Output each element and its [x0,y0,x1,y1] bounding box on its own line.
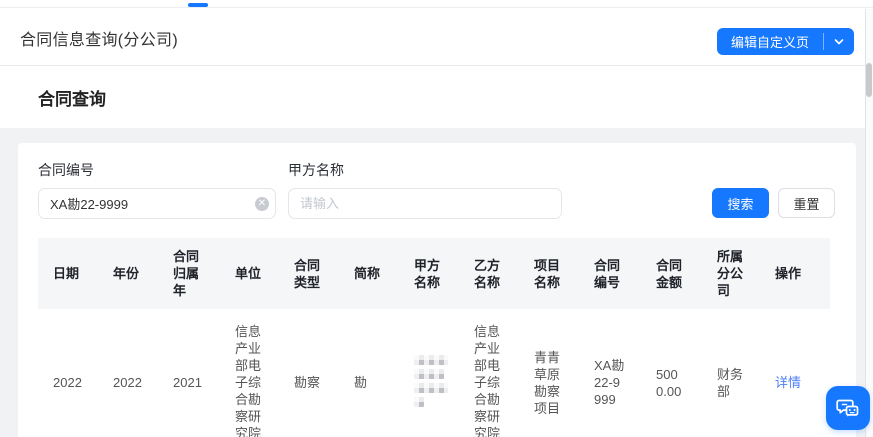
cell-date: 2022 [38,309,98,437]
edit-custom-page-button[interactable]: 编辑自定义页 [717,28,823,55]
column-header-action: 操作 [760,238,830,309]
cell-party-a-redacted [399,309,459,437]
cell-unit: 信息产业部电子综合勘察研究院 [220,309,279,437]
column-header-contract-type: 合同类型 [279,238,339,309]
active-tab-indicator[interactable] [188,3,208,7]
column-header-unit: 单位 [220,238,279,309]
tab-strip [0,0,873,8]
table-header-row: 日期 年份 合同归属年 单位 合同类型 简称 甲方名称 乙方名称 项目名称 合同… [38,238,830,309]
section-title: 合同查询 [38,67,106,128]
column-header-year: 年份 [98,238,158,309]
vertical-scrollbar[interactable] [865,9,873,437]
cell-party-b: 信息产业部电子综合勘察研究院 [459,309,519,437]
column-header-party-b: 乙方名称 [459,238,519,309]
cell-year: 2022 [98,309,158,437]
query-card: 合同编号 ✕ 甲方名称 搜索 重置 日期 年份 合同归属年 单位 合同类型 简称 [18,143,856,437]
page-header: 合同信息查询(分公司) 编辑自定义页 [0,9,865,66]
contract-no-input[interactable] [38,188,276,219]
cell-belong-year: 2021 [158,309,220,437]
column-header-short-name: 简称 [339,238,399,309]
detail-link[interactable]: 详情 [775,375,801,390]
redacted-mosaic [414,355,452,407]
chevron-down-icon [833,36,845,48]
cell-project: 青青草原勘察项目 [519,309,579,437]
edit-custom-page-split-button[interactable]: 编辑自定义页 [717,28,854,55]
results-table: 日期 年份 合同归属年 单位 合同类型 简称 甲方名称 乙方名称 项目名称 合同… [38,238,830,437]
column-header-date: 日期 [38,238,98,309]
party-a-label: 甲方名称 [288,160,344,180]
search-button[interactable]: 搜索 [712,188,769,218]
cell-amount: 5000.00 [641,309,702,437]
reset-button[interactable]: 重置 [778,188,835,218]
column-header-belong-year: 合同归属年 [158,238,220,309]
table-row: 2022 2022 2021 信息产业部电子综合勘察研究院 勘察 勘 [38,309,830,437]
column-header-amount: 合同金额 [641,238,702,309]
cell-branch: 财务部 [702,309,760,437]
dropdown-caret-button[interactable] [824,28,854,55]
cell-contract-no: XA勘22-9999 [579,309,641,437]
column-header-party-a: 甲方名称 [399,238,459,309]
cell-short-name: 勘 [339,309,399,437]
chat-icon [835,395,861,421]
column-header-branch: 所属分公司 [702,238,760,309]
party-a-input[interactable] [288,188,562,219]
cell-action: 详情 [760,309,830,437]
page-title: 合同信息查询(分公司) [20,9,178,66]
section-band: 合同查询 [0,67,865,128]
contract-no-label: 合同编号 [38,160,94,180]
chat-fab-button[interactable] [826,386,870,430]
scrollbar-thumb[interactable] [866,63,872,97]
column-header-project: 项目名称 [519,238,579,309]
clear-input-icon[interactable]: ✕ [255,197,269,211]
cell-contract-type: 勘察 [279,309,339,437]
column-header-contract-no: 合同编号 [579,238,641,309]
